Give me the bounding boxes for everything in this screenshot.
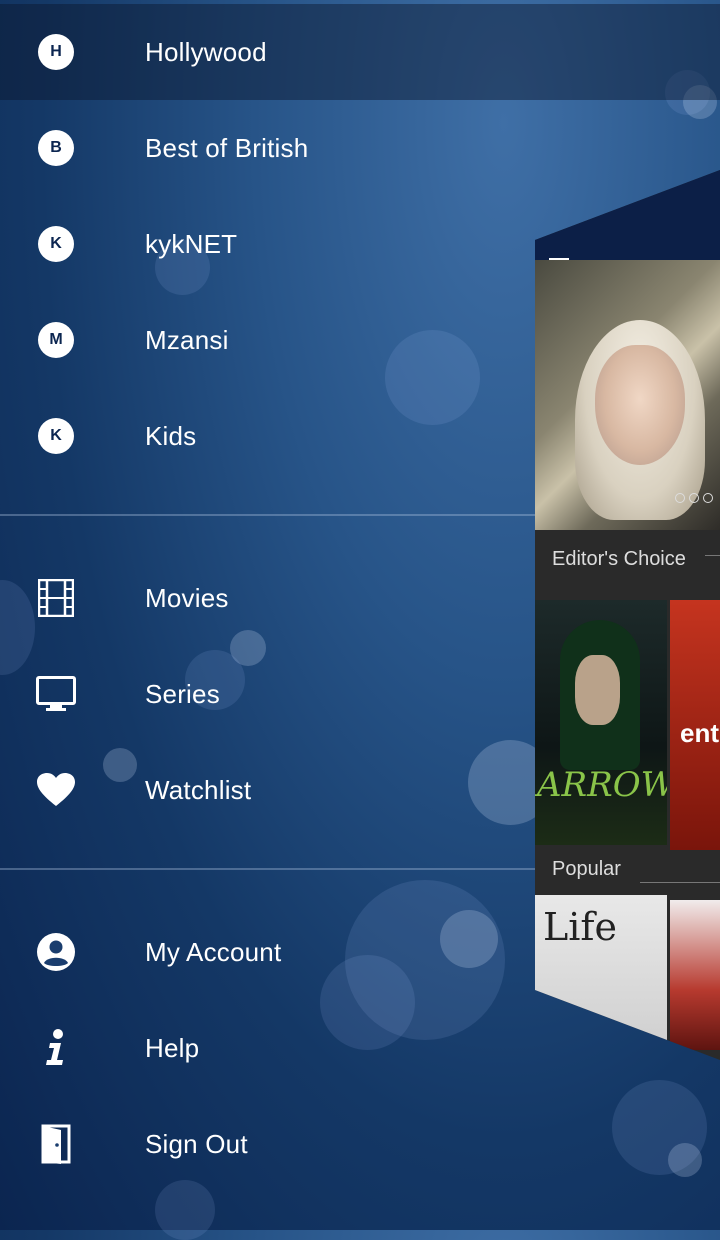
menu-item-label: Watchlist — [145, 774, 252, 805]
channel-badge: K — [38, 418, 74, 454]
menu-item-label: My Account — [145, 936, 282, 967]
channel-badge: H — [38, 34, 74, 70]
menu-item-hollywood[interactable]: H Hollywood — [0, 4, 720, 100]
menu-item-label: Best of British — [145, 132, 309, 163]
menu-item-sign-out[interactable]: Sign Out — [0, 1096, 520, 1192]
tv-icon — [36, 674, 76, 714]
menu-divider — [0, 514, 535, 516]
menu-item-label: Movies — [145, 582, 229, 613]
menu-item-watchlist[interactable]: Watchlist — [0, 742, 520, 838]
menu-item-best-of-british[interactable]: B Best of British — [0, 100, 520, 196]
menu-item-label: kykNET — [145, 228, 238, 259]
heart-icon — [36, 770, 76, 810]
channel-badge: K — [38, 226, 74, 262]
menu-item-label: Series — [145, 678, 220, 709]
menu-item-help[interactable]: Help — [0, 1000, 520, 1096]
channel-badge: M — [38, 322, 74, 358]
navigation-drawer: H Hollywood B Best of British K kykNET M… — [0, 0, 720, 1230]
menu-item-my-account[interactable]: My Account — [0, 904, 520, 1000]
menu-item-label: Help — [145, 1032, 200, 1063]
menu-item-label: Kids — [145, 420, 197, 451]
account-icon — [36, 932, 76, 972]
channel-badge: B — [38, 130, 74, 166]
menu-item-kyknet[interactable]: K kykNET — [0, 196, 520, 292]
menu-item-label: Sign Out — [145, 1128, 248, 1159]
door-icon — [36, 1124, 76, 1164]
menu-item-series[interactable]: Series — [0, 646, 520, 742]
film-icon — [36, 578, 76, 618]
info-icon — [36, 1028, 76, 1068]
menu-item-kids[interactable]: K Kids — [0, 388, 520, 484]
menu-item-label: Hollywood — [145, 36, 267, 67]
menu-item-movies[interactable]: Movies — [0, 550, 520, 646]
menu-item-label: Mzansi — [145, 324, 229, 355]
menu-divider — [0, 868, 535, 870]
menu-item-mzansi[interactable]: M Mzansi — [0, 292, 520, 388]
